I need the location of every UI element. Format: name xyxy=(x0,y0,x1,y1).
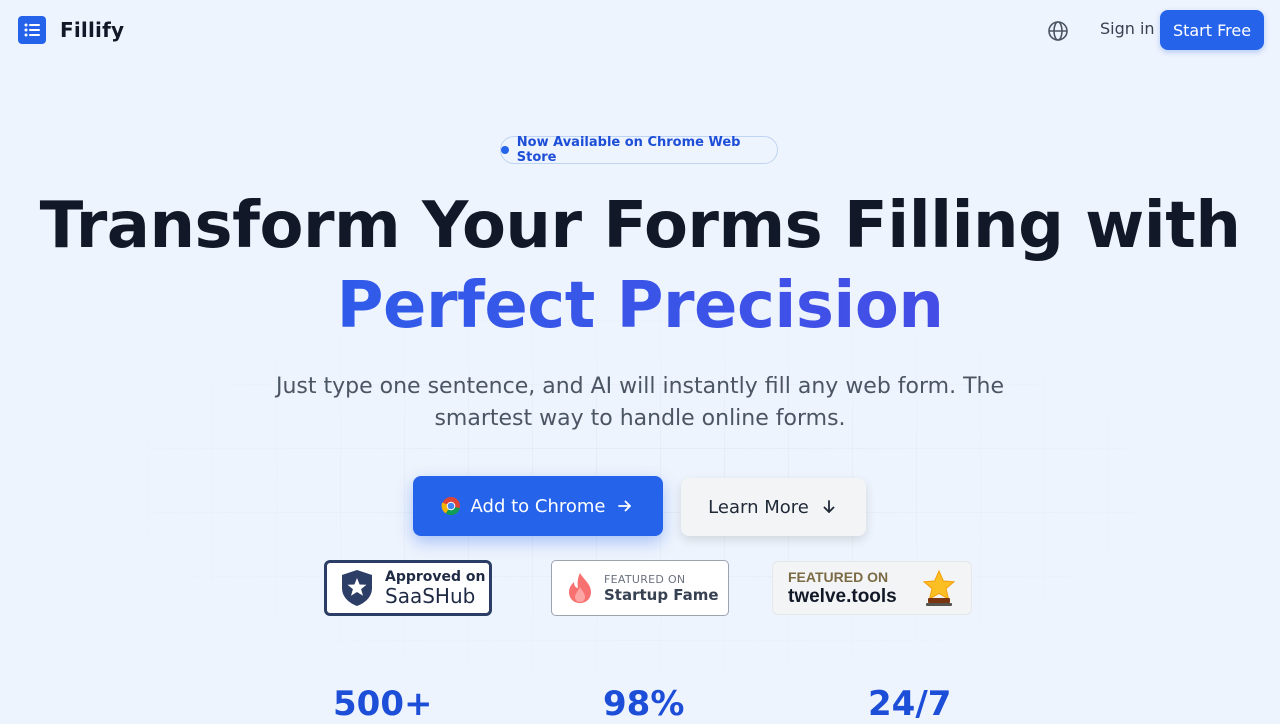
brand-link[interactable]: Fillify xyxy=(18,16,124,44)
stat-users: 500+ xyxy=(333,684,433,724)
hero-title-highlight: Perfect Precision xyxy=(0,266,1280,346)
startup-fame-name: Startup Fame xyxy=(604,585,719,604)
brand-name: Fillify xyxy=(60,18,125,42)
list-document-icon xyxy=(18,16,46,44)
sign-in-link[interactable]: Sign in xyxy=(1100,19,1155,38)
flame-icon xyxy=(569,573,591,603)
saashub-top-text: Approved on xyxy=(385,569,486,585)
trophy-star-icon xyxy=(922,569,956,606)
startup-fame-text: FEATURED ON Startup Fame xyxy=(604,573,719,604)
stat-availability: 24/7 xyxy=(868,684,952,724)
globe-icon[interactable] xyxy=(1046,19,1070,43)
twelve-tools-badge[interactable]: FEATURED ON twelve.tools xyxy=(772,561,972,615)
hero-title: Transform Your Forms Filling with xyxy=(39,189,1241,263)
twelve-tools-name: twelve.tools xyxy=(788,585,897,607)
twelve-tools-top-text: FEATURED ON xyxy=(788,568,889,585)
saashub-badge[interactable]: Approved on SaaSHub xyxy=(324,560,492,616)
chrome-icon xyxy=(441,497,460,516)
twelve-tools-text: FEATURED ON twelve.tools xyxy=(788,569,897,608)
learn-more-label: Learn More xyxy=(708,496,809,518)
status-dot xyxy=(501,146,509,154)
startup-fame-top-text: FEATURED ON xyxy=(604,572,686,586)
arrow-down-icon xyxy=(823,500,835,513)
learn-more-button[interactable]: Learn More xyxy=(681,478,866,536)
start-free-button[interactable]: Start Free xyxy=(1160,10,1264,50)
add-to-chrome-button[interactable]: Add to Chrome xyxy=(413,476,663,536)
arrow-right-icon xyxy=(618,500,632,512)
shield-star-icon xyxy=(342,570,372,606)
hero-subtitle: Just type one sentence, and AI will inst… xyxy=(276,374,1004,431)
availability-pill[interactable]: Now Available on Chrome Web Store xyxy=(500,135,778,165)
stat-accuracy: 98% xyxy=(603,684,685,724)
saashub-name: SaaSHub xyxy=(385,584,476,608)
pill-text: Now Available on Chrome Web Store xyxy=(516,135,741,165)
add-to-chrome-label: Add to Chrome xyxy=(470,495,606,517)
top-navigation: Fillify Sign in Start Free xyxy=(0,0,1280,62)
startup-fame-badge[interactable]: FEATURED ON Startup Fame xyxy=(551,560,729,616)
saashub-text: Approved on SaaSHub xyxy=(385,569,486,607)
